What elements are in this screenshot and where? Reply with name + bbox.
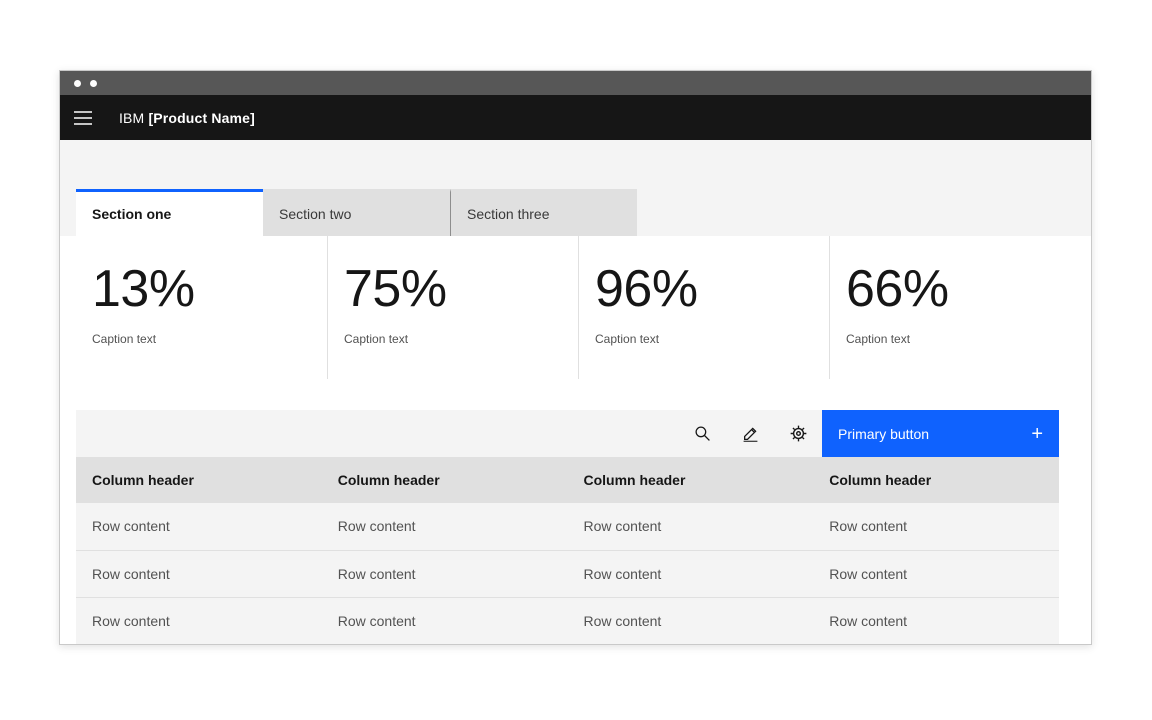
window-titlebar [60, 71, 1091, 95]
tab-label: Section two [279, 206, 351, 222]
table: Column header Column header Column heade… [76, 457, 1059, 645]
search-icon [694, 425, 711, 442]
app-header: IBM [Product Name] [60, 95, 1091, 140]
menu-button[interactable] [73, 108, 93, 128]
edit-icon [742, 425, 759, 442]
metric-card: 96% Caption text [578, 236, 829, 379]
table-cell: Row content [568, 597, 814, 644]
metric-card: 66% Caption text [829, 236, 1080, 379]
tab-section-one[interactable]: Section one [76, 189, 263, 236]
metric-card: 75% Caption text [327, 236, 578, 379]
table-cell: Row content [568, 503, 814, 550]
table-header-row: Column header Column header Column heade… [76, 457, 1059, 503]
table-row: Row content Row content Row content Row … [76, 597, 1059, 644]
table-cell: Row content [76, 503, 322, 550]
settings-icon [790, 425, 807, 442]
main-content: 13% Caption text 75% Caption text 96% Ca… [60, 236, 1091, 645]
table-cell: Row content [322, 503, 568, 550]
column-header: Column header [568, 457, 814, 503]
tab-label: Section one [92, 206, 171, 222]
metric-caption: Caption text [92, 332, 311, 346]
table-cell: Row content [568, 550, 814, 597]
table-cell: Row content [76, 550, 322, 597]
metric-caption: Caption text [846, 332, 1064, 346]
primary-button[interactable]: Primary button + [822, 410, 1059, 457]
table-cell: Row content [813, 550, 1059, 597]
window-control-dot[interactable] [90, 80, 97, 87]
metric-caption: Caption text [595, 332, 813, 346]
metric-value: 66% [846, 262, 1064, 317]
add-icon: + [1031, 424, 1043, 444]
product-name: [Product Name] [148, 110, 254, 126]
product-title: IBM [Product Name] [119, 110, 255, 126]
metric-value: 13% [92, 262, 311, 317]
table-row: Row content Row content Row content Row … [76, 550, 1059, 597]
tab-section-two[interactable]: Section two [263, 189, 450, 236]
settings-button[interactable] [774, 410, 822, 457]
table-cell: Row content [813, 503, 1059, 550]
table-cell: Row content [76, 597, 322, 644]
hamburger-icon [74, 111, 92, 125]
table-row: Row content Row content Row content Row … [76, 503, 1059, 550]
window-control-dot[interactable] [74, 80, 81, 87]
metrics-row: 13% Caption text 75% Caption text 96% Ca… [76, 236, 1091, 379]
metric-caption: Caption text [344, 332, 562, 346]
data-table: Primary button + Column header Column he… [76, 410, 1059, 645]
metric-value: 96% [595, 262, 813, 317]
app-window: IBM [Product Name] Section one Section t… [59, 70, 1092, 645]
tab-bar: Section one Section two Section three [76, 140, 1091, 236]
table-cell: Row content [322, 550, 568, 597]
column-header: Column header [322, 457, 568, 503]
table-toolbar: Primary button + [76, 410, 1059, 457]
column-header: Column header [76, 457, 322, 503]
edit-button[interactable] [726, 410, 774, 457]
search-button[interactable] [678, 410, 726, 457]
metric-card: 13% Caption text [76, 236, 327, 379]
table-cell: Row content [813, 597, 1059, 644]
tab-label: Section three [467, 206, 550, 222]
metric-value: 75% [344, 262, 562, 317]
column-header: Column header [813, 457, 1059, 503]
tab-section-three[interactable]: Section three [450, 189, 637, 236]
primary-button-label: Primary button [838, 426, 929, 442]
page-background: Section one Section two Section three 13… [60, 140, 1091, 645]
brand-ibm: IBM [119, 110, 144, 126]
table-cell: Row content [322, 597, 568, 644]
